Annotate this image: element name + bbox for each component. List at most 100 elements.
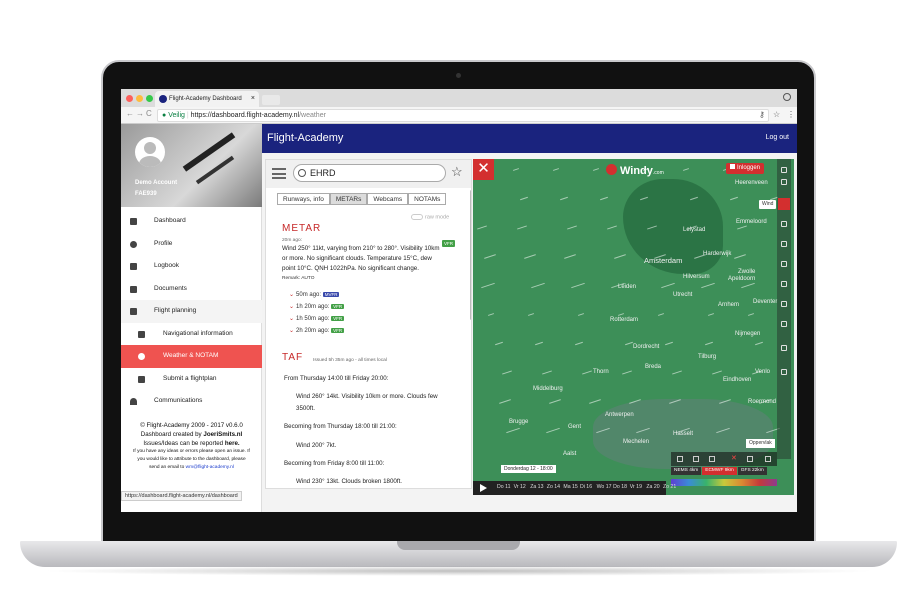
favorite-star-icon[interactable]: ☆	[451, 164, 463, 180]
plus-icon[interactable]	[781, 167, 787, 173]
fullscreen-icon[interactable]	[765, 456, 771, 462]
email-link[interactable]: wm@flight-academy.nl	[186, 465, 234, 470]
sidebar-item-flight-planning[interactable]: Flight planning	[121, 300, 262, 323]
timeline[interactable]: Do 11 Vr 12 Za 13 Zo 14 Ma 15 Di 16 Wo 17 Do 18…	[473, 481, 676, 495]
logout-link[interactable]: Log out	[766, 134, 789, 141]
chevron-down-icon: ⌄	[289, 316, 295, 322]
waves-icon[interactable]	[781, 301, 787, 307]
wind-streak	[487, 313, 495, 316]
minimize-window-dot[interactable]	[136, 95, 143, 102]
airport-search-input[interactable]: EHRD	[293, 164, 446, 182]
raw-mode-toggle[interactable]: raw mode	[411, 214, 449, 220]
browser-menu-icon[interactable]: ⋮	[787, 110, 795, 119]
isolines-icon[interactable]	[709, 456, 715, 462]
avatar[interactable]	[135, 137, 165, 167]
forward-icon[interactable]: →	[136, 109, 144, 118]
sidebar-item-profile[interactable]: Profile	[121, 233, 262, 256]
profile-header-image: Demo Account FAE939	[121, 124, 262, 207]
particles-icon[interactable]	[693, 456, 699, 462]
wind-streak	[665, 341, 673, 346]
pressure-icon[interactable]	[781, 321, 787, 327]
gust-icon[interactable]	[781, 221, 787, 227]
metar-history-item[interactable]: ⌄ 1h 20m ago: VFR	[289, 303, 345, 310]
profile-icon[interactable]	[783, 93, 791, 101]
wind-streak	[625, 341, 633, 346]
sidebar-item-label: Weather & NOTAM	[163, 352, 219, 359]
login-label: Inloggen	[737, 165, 761, 171]
sidebar-item-label: Logbook	[154, 262, 179, 269]
plane-icon[interactable]	[781, 369, 787, 375]
panel-scrollbar[interactable]	[470, 190, 471, 320]
hamburger-icon[interactable]	[272, 168, 286, 179]
login-button[interactable]: Inloggen	[726, 163, 765, 174]
key-icon[interactable]: ⚷	[759, 110, 765, 119]
sidebar-item-logbook[interactable]: Logbook	[121, 255, 262, 278]
more-layers-icon[interactable]	[781, 345, 787, 351]
wind-layer-selected-icon[interactable]	[778, 198, 790, 210]
city-label: Antwerpen	[605, 412, 634, 418]
url-input[interactable]: ● Veilig | https://dashboard.flight-acad…	[157, 109, 769, 122]
city-label: Apeldoorn	[728, 276, 756, 282]
close-icon[interactable]: ✕	[731, 454, 737, 462]
surface-level-label[interactable]: Oppervlak	[746, 439, 775, 448]
timeline-day[interactable]: Za 13	[530, 484, 547, 490]
wind-streak	[575, 341, 583, 346]
wind-streak	[741, 282, 755, 289]
play-icon[interactable]	[480, 484, 487, 492]
back-icon[interactable]: ←	[126, 109, 134, 118]
sidebar-item-submit-flightplan[interactable]: Submit a flightplan	[121, 368, 262, 391]
tab-metars[interactable]: METARs	[329, 193, 368, 205]
maximize-window-dot[interactable]	[146, 95, 153, 102]
temperature-icon[interactable]	[781, 261, 787, 267]
metar-history-item[interactable]: ⌄ 1h 50m ago: VFR	[289, 315, 345, 322]
sidebar-item-dashboard[interactable]: Dashboard	[121, 210, 262, 233]
wind-streak	[517, 225, 527, 230]
timeline-day[interactable]: Vr 19	[630, 484, 647, 490]
timeline-day[interactable]: Ma 15	[563, 484, 580, 490]
app-header: Flight-Academy Log out	[262, 124, 797, 153]
timeline-day[interactable]: Do 18	[613, 484, 630, 490]
model-nems[interactable]: NEMS 4km	[671, 467, 702, 475]
browser-tab[interactable]: Flight-Academy Dashboard ×	[155, 91, 259, 107]
issues-link[interactable]: here.	[225, 440, 240, 447]
minus-icon[interactable]	[781, 179, 787, 185]
author-link[interactable]: JoeriSmits.nl	[203, 431, 242, 438]
tab-runways-info[interactable]: Runways, info	[277, 193, 330, 205]
clouds-icon[interactable]	[781, 281, 787, 287]
sidebar-item-navigational-information[interactable]: Navigational information	[121, 323, 262, 346]
address-bar-row: ← → C ● Veilig | https://dashboard.fligh…	[121, 107, 797, 124]
timeline-day[interactable]: Vr 12	[514, 484, 531, 490]
credits-note-1: If you have any ideas or errors please o…	[133, 449, 250, 454]
model-gfs[interactable]: GFS 22km	[737, 467, 767, 475]
model-ecmwf[interactable]: ECMWF 9km	[702, 467, 737, 475]
new-tab-button[interactable]	[262, 95, 280, 105]
tab-notams[interactable]: NOTAMs	[408, 193, 447, 205]
settings-icon[interactable]	[747, 456, 753, 462]
timeline-day[interactable]: Za 20	[646, 484, 663, 490]
sidebar-item-weather-notam[interactable]: Weather & NOTAM	[121, 345, 262, 368]
close-map-button[interactable]: ✕	[473, 159, 494, 180]
overlay-icon[interactable]	[677, 456, 683, 462]
sidebar-item-communications[interactable]: Communications	[121, 390, 262, 413]
metar-history-item[interactable]: ⌄ 50m ago: MVFR	[289, 291, 340, 298]
timeline-day[interactable]: Do 11	[497, 484, 514, 490]
reload-icon[interactable]: C	[146, 109, 152, 118]
windy-map[interactable]: Heerenveen Emmeloord Zwolle Amsterdam Hilver…	[473, 159, 794, 495]
copyright: © Flight-Academy 2009 - 2017 v0.6.0	[140, 422, 243, 429]
sidebar-item-documents[interactable]: Documents	[121, 278, 262, 301]
wind-streak	[506, 427, 520, 434]
tab-close-icon[interactable]: ×	[251, 91, 255, 107]
app-brand[interactable]: Flight-Academy	[267, 132, 343, 144]
close-window-dot[interactable]	[126, 95, 133, 102]
timeline-day[interactable]: Zo 14	[547, 484, 564, 490]
tab-webcams[interactable]: Webcams	[367, 193, 409, 205]
secure-label: Veilig	[168, 112, 185, 119]
metar-history-item[interactable]: ⌄ 2h 20m ago: VFR	[289, 327, 345, 334]
wind-streak	[672, 370, 682, 375]
bookmark-star-icon[interactable]: ☆	[773, 110, 780, 119]
timeline-day[interactable]: Zo 21	[663, 484, 680, 490]
rain-icon[interactable]	[781, 241, 787, 247]
timeline-day[interactable]: Di 16	[580, 484, 597, 490]
timeline-day[interactable]: Wo 17	[597, 484, 614, 490]
taf-line: Wind 260° 14kt. Visibility 10km or more.…	[296, 393, 438, 400]
